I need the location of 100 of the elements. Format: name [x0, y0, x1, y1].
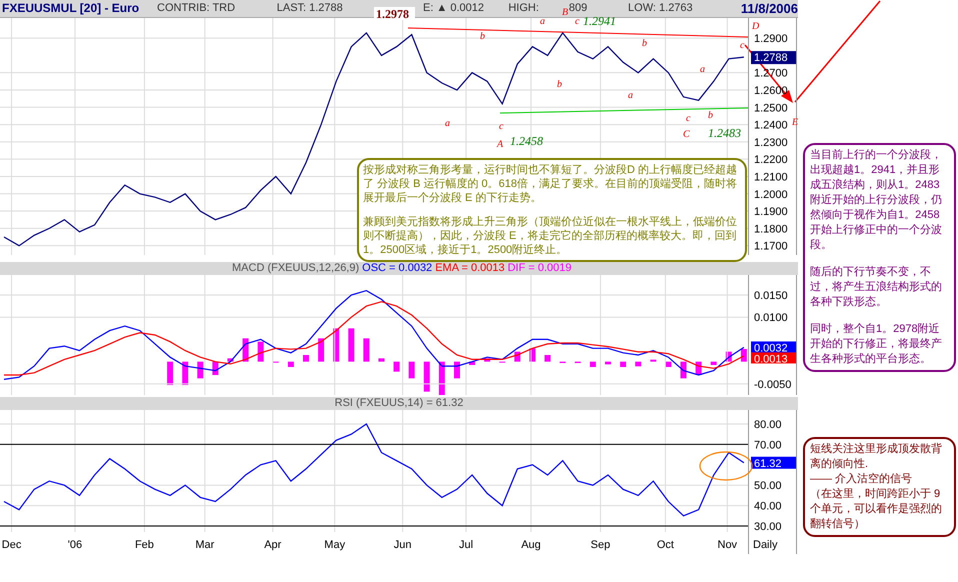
indicator-readout: EMA = 0.0013 — [435, 261, 505, 276]
histogram-bar — [228, 358, 234, 362]
histogram-bar — [182, 362, 188, 385]
month-label: Jul — [459, 539, 474, 551]
price-level-label: 1.2483 — [708, 126, 741, 140]
wave-label: a — [540, 16, 545, 27]
histogram-bar — [303, 355, 309, 362]
month-label: Mar — [195, 539, 214, 551]
comment-text: 按形成对称三角形考量，运行时间也不算短了。分波段D 的上行幅度已经超越了 分波段 B 运行幅度的 0。618倍，满足了要求。在目前的顶端受阻，随时将展开最后一个分波段 E 的下行走势。 — [363, 163, 738, 205]
last-value-label: 0.0013 — [751, 352, 796, 366]
wave-label: b — [480, 31, 485, 42]
axis-tick-label: 1.2900 — [754, 33, 788, 46]
high-label: HIGH: — [508, 1, 539, 16]
comment-text: 兼顾到美元指数将形成上升三角形（顶端价位近似在一根水平线上，低端价位则不断提高），因此，分波段 E，将走完它的全部历程的概率较大。即，回到1。2500区域，接近于1。2500附近终止。 — [363, 215, 738, 257]
month-label: '06 — [68, 539, 82, 551]
axis-tick-label: 1.1900 — [754, 206, 788, 218]
histogram-bar — [378, 358, 384, 362]
comment-text: —— 介入沽空的信号 — [810, 472, 914, 487]
histogram-bar — [590, 362, 596, 367]
comment-text: 当目前上行的一个分波段，出现超越1。2941，并且形成五浪结构，则从1。2483附近开始的上行分波段，仍然倾向于视作为自1。2458开始上行修正中的一个分波段。 — [810, 148, 943, 253]
histogram-bar — [424, 362, 430, 392]
wave-label: D — [752, 21, 760, 32]
comment-text: 短线关注这里形成顶发散背离的倾向性. — [810, 442, 943, 472]
histogram-bar — [348, 328, 354, 362]
histogram-bar — [258, 342, 264, 362]
histogram-bar — [438, 362, 445, 395]
month-label: Oct — [656, 539, 674, 551]
axis-tick-label: 80.00 — [754, 419, 782, 431]
histogram-bar — [665, 362, 672, 367]
wave-label: c — [499, 121, 504, 132]
axis-tick-label: -0.0050 — [754, 378, 792, 391]
axis-tick-label: 1.2000 — [754, 188, 788, 201]
axis-tick-label: 0.0100 — [754, 312, 788, 324]
histogram-bar — [288, 362, 294, 367]
axis-tick-label: 30.00 — [754, 521, 782, 532]
wave-label: c — [740, 40, 744, 51]
axis-tick-label: 1.2500 — [754, 102, 788, 114]
histogram-bar — [620, 362, 626, 367]
indicator-readout: OSC = 0.0032 — [362, 261, 432, 276]
axis-tick-label: 1.2400 — [754, 120, 788, 132]
histogram-bar — [635, 362, 642, 366]
chart-title: FXEUUSMUL [20] - Euro — [2, 1, 140, 16]
month-label: Feb — [134, 539, 154, 551]
axis-tick-label: 50.00 — [754, 480, 782, 492]
axis-tick-label: 1.1700 — [754, 240, 788, 253]
macd-title: MACD (FXEUUS,12,26,9) — [232, 261, 360, 276]
wave-label: B — [562, 7, 568, 18]
month-label: Jun — [394, 539, 412, 551]
histogram-bar — [363, 338, 370, 362]
change-value: E: ▲ 0.0012 — [422, 2, 484, 14]
axis-tick-label: 1.2300 — [754, 136, 788, 149]
histogram-bar — [167, 362, 174, 385]
indicator-readout: DIF = 0.0019 — [508, 261, 572, 276]
highlight-ellipse — [699, 451, 753, 481]
rsi-title: RSI (FXEUUS,14) = 61.32 — [334, 396, 464, 412]
histogram-bar — [318, 338, 324, 362]
histogram-bar — [394, 362, 400, 372]
wave-label: b — [557, 79, 562, 90]
histogram-bar — [650, 360, 656, 362]
last-price-label: 1.2788 — [751, 51, 796, 64]
last-value-label: 0.0032 — [751, 341, 796, 354]
axis-tick-label: 40.00 — [754, 500, 782, 513]
histogram-bar — [469, 362, 476, 365]
month-label: Aug — [521, 539, 541, 551]
wave-label: b — [708, 110, 713, 121]
wave-label: c — [575, 16, 580, 27]
date-label: 11/8/2006 — [740, 0, 798, 16]
month-label: May — [324, 539, 346, 551]
low-price: LOW: 1.2763 — [628, 2, 693, 14]
histogram-bar — [605, 362, 611, 364]
price-level-label: 1.2458 — [510, 134, 543, 148]
month-label: Sep — [590, 539, 610, 551]
last-price: LAST: 1.2788 — [276, 2, 343, 14]
histogram-bar — [408, 362, 415, 378]
wave-label: a — [628, 90, 633, 101]
wave-label: E — [792, 117, 798, 128]
wave-label: C — [683, 129, 690, 140]
comment-text: 同时，整个自1。2978附近开始的下行修正，将最终产生各种形式的平台形态。 — [810, 322, 943, 367]
axis-tick-label: 1.2100 — [754, 171, 788, 184]
contributor-label: CONTRIB: TRD — [157, 2, 236, 14]
histogram-bar — [197, 362, 204, 378]
high-price-label: 1.2978 — [374, 7, 415, 21]
histogram-bar — [710, 362, 717, 365]
axis-tick-label: 1.2200 — [754, 154, 788, 166]
comment-text: （在这里，时间跨距小于 9 个单元，可以看作是强烈的翻转信号） — [810, 487, 943, 532]
histogram-bar — [454, 362, 460, 378]
month-label: Dec — [2, 539, 22, 551]
comment-text: 随后的下行节奏不变，不过，将产生五浪结构形式的各种下跌形态。 — [810, 265, 943, 310]
price-level-label: 1.2941 — [583, 14, 616, 28]
histogram-bar — [740, 349, 747, 362]
histogram-bar — [680, 362, 686, 378]
wave-label: A — [497, 139, 504, 150]
wave-label: c — [686, 113, 690, 124]
histogram-bar — [484, 358, 490, 362]
histogram-bar — [544, 355, 551, 362]
month-label: Nov — [718, 539, 738, 551]
axis-tick-label: 1.1800 — [754, 223, 788, 236]
axis-tick-label: 70.00 — [754, 439, 782, 452]
wave-label: b — [642, 38, 647, 49]
last-value-label: 61.32 — [751, 456, 796, 470]
